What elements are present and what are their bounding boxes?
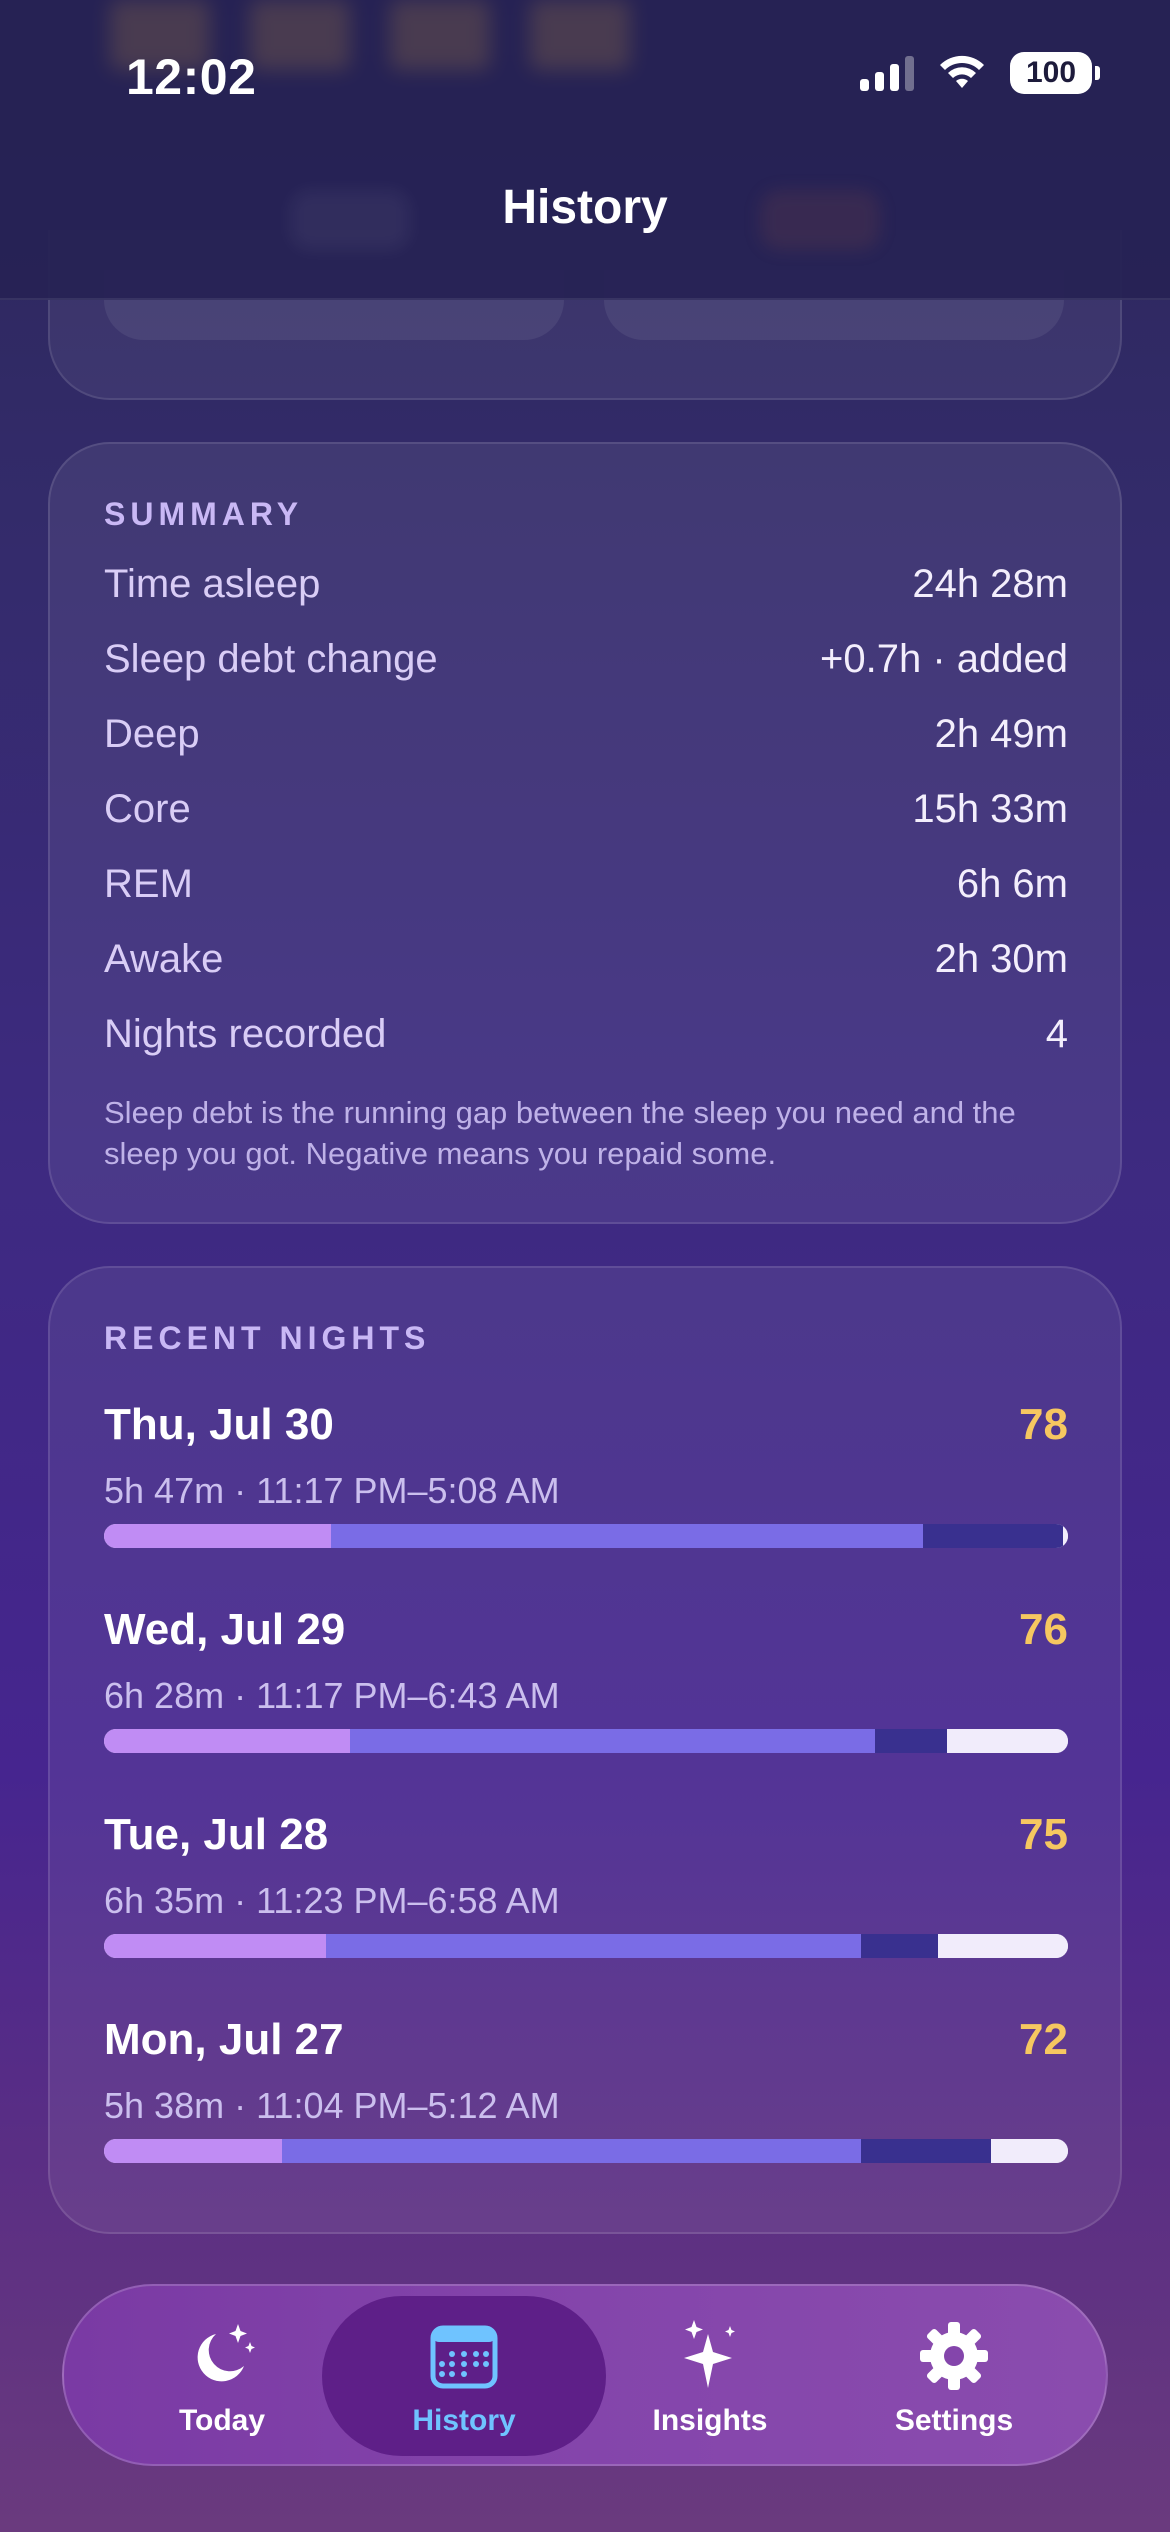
summary-row-nights-recorded: Nights recorded 4 — [104, 1012, 1068, 1057]
summary-value: 2h 30m — [934, 937, 1068, 981]
recent-nights-heading: RECENT NIGHTS — [104, 1320, 431, 1356]
tab-label: Settings — [894, 2404, 1014, 2437]
tab-label: History — [412, 2404, 516, 2437]
tab-settings[interactable]: Settings — [834, 2286, 1074, 2468]
night-date: Thu, Jul 30 — [104, 1400, 334, 1449]
stage-deep-segment — [104, 1524, 331, 1548]
stage-awake-segment — [990, 2139, 1068, 2163]
stage-awake-segment — [1063, 1524, 1068, 1548]
navigation-bar: 12:02 100 History — [0, 0, 1170, 300]
summary-key: Time asleep — [104, 562, 321, 606]
night-detail: 5h 38m · 11:04 PM–5:12 AM — [104, 2085, 560, 2126]
summary-row-awake: Awake 2h 30m — [104, 937, 1068, 982]
summary-value: 4 — [1045, 1012, 1068, 1056]
summary-row-deep: Deep 2h 49m — [104, 712, 1068, 757]
stage-core-segment — [330, 1524, 924, 1548]
summary-value: 15h 33m — [912, 787, 1068, 831]
stage-deep-segment — [104, 1934, 326, 1958]
night-score: 72 — [1019, 2015, 1068, 2064]
stage-core-segment — [325, 1934, 861, 1958]
summary-value: 24h 28m — [912, 562, 1068, 606]
gear-icon — [920, 2322, 988, 2390]
tab-bar: Today History Insights Settings — [62, 2284, 1108, 2466]
summary-row-rem: REM 6h 6m — [104, 862, 1068, 907]
stage-core-segment — [282, 2139, 861, 2163]
summary-value: 6h 6m — [956, 862, 1068, 906]
wifi-icon — [940, 55, 984, 88]
summary-row-core: Core 15h 33m — [104, 787, 1068, 832]
night-date: Wed, Jul 29 — [104, 1605, 346, 1654]
night-detail: 6h 28m · 11:17 PM–6:43 AM — [104, 1675, 560, 1716]
night-item[interactable]: Wed, Jul 29 76 6h 28m · 11:17 PM–6:43 AM — [104, 1605, 1068, 1795]
summary-key: Deep — [104, 712, 200, 756]
tab-today[interactable]: Today — [102, 2286, 342, 2468]
summary-value: 2h 49m — [934, 712, 1068, 756]
night-date: Mon, Jul 27 — [104, 2015, 344, 2064]
night-score: 78 — [1019, 1400, 1068, 1449]
summary-value: +0.7h · added — [820, 637, 1068, 681]
summary-card: SUMMARY Time asleep 24h 28m Sleep debt c… — [48, 442, 1122, 1224]
night-score: 75 — [1019, 1810, 1068, 1859]
sleep-stage-bar — [104, 1729, 1068, 1753]
sleep-stage-bar — [104, 1524, 1068, 1548]
tab-label: Insights — [652, 2404, 768, 2437]
stage-awake-segment — [947, 1729, 1068, 1753]
status-icons: 100 — [860, 52, 1100, 94]
stage-core-segment — [349, 1729, 876, 1753]
stage-awake-segment — [937, 1934, 1068, 1958]
page-title: History — [502, 181, 668, 234]
night-item[interactable]: Mon, Jul 27 72 5h 38m · 11:04 PM–5:12 AM — [104, 2015, 1068, 2205]
cellular-signal-icon — [860, 55, 914, 91]
night-score: 76 — [1019, 1605, 1068, 1654]
stage-rem-segment — [923, 1524, 1064, 1548]
sleep-debt-note: Sleep debt is the running gap between th… — [104, 1095, 1016, 1171]
stage-rem-segment — [875, 1729, 948, 1753]
summary-key: Awake — [104, 937, 224, 981]
tab-insights[interactable]: Insights — [590, 2286, 830, 2468]
battery-icon: 100 — [1010, 52, 1100, 94]
tab-history[interactable]: History — [344, 2286, 584, 2468]
night-detail: 5h 47m · 11:17 PM–5:08 AM — [104, 1470, 560, 1511]
summary-row-sleep-debt: Sleep debt change +0.7h · added — [104, 637, 1068, 682]
calendar-icon — [430, 2325, 498, 2389]
summary-key: Nights recorded — [104, 1012, 387, 1056]
stage-deep-segment — [104, 1729, 350, 1753]
moon-stars-icon — [197, 2324, 255, 2382]
stage-rem-segment — [860, 1934, 938, 1958]
night-item[interactable]: Tue, Jul 28 75 6h 35m · 11:23 PM–6:58 AM — [104, 1810, 1068, 2000]
summary-key: Core — [104, 787, 191, 831]
sleep-stage-bar — [104, 1934, 1068, 1958]
recent-nights-card: RECENT NIGHTS Thu, Jul 30 78 5h 47m · 11… — [48, 1266, 1122, 2234]
summary-key: Sleep debt change — [104, 637, 438, 681]
summary-heading: SUMMARY — [104, 496, 304, 532]
stage-rem-segment — [860, 2139, 991, 2163]
night-detail: 6h 35m · 11:23 PM–6:58 AM — [104, 1880, 560, 1921]
summary-row-time-asleep: Time asleep 24h 28m — [104, 562, 1068, 607]
night-date: Tue, Jul 28 — [104, 1810, 329, 1859]
status-time: 12:02 — [126, 49, 257, 105]
sleep-stage-bar — [104, 2139, 1068, 2163]
sparkles-icon — [684, 2320, 735, 2388]
tab-label: Today — [178, 2404, 266, 2437]
night-item[interactable]: Thu, Jul 30 78 5h 47m · 11:17 PM–5:08 AM — [104, 1400, 1068, 1590]
summary-key: REM — [104, 862, 193, 906]
stage-deep-segment — [104, 2139, 283, 2163]
